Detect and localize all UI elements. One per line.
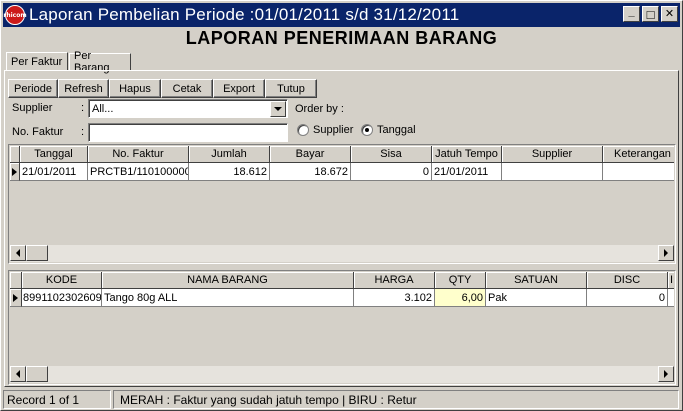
col-disc[interactable]: DISC — [587, 272, 668, 289]
cell-qty[interactable]: 6,00 — [435, 289, 486, 307]
col-sisa[interactable]: Sisa — [351, 146, 432, 163]
window-controls: _ □ ✕ — [621, 6, 678, 22]
export-button[interactable]: Export — [213, 79, 265, 98]
cell-jatuh-tempo[interactable]: 21/01/2011 — [432, 163, 502, 181]
col-bayar[interactable]: Bayar — [270, 146, 351, 163]
faktur-grid-hscrollbar[interactable] — [10, 245, 674, 262]
barang-grid-hscrollbar[interactable] — [10, 366, 674, 383]
order-tanggal-label: Tanggal — [377, 124, 416, 136]
col-no-faktur[interactable]: No. Faktur — [88, 146, 189, 163]
supplier-colon: : — [81, 102, 85, 114]
cell-jumlah[interactable]: 18.612 — [189, 163, 270, 181]
arrow-left-icon — [16, 370, 20, 378]
record-count: Record 1 of 1 — [3, 390, 111, 409]
order-supplier-label: Supplier — [313, 124, 354, 136]
maximize-button[interactable]: □ — [642, 6, 659, 22]
cell-sisa[interactable]: 0 — [351, 163, 432, 181]
cell-disc[interactable]: 0 — [587, 289, 668, 307]
col-satuan[interactable]: SATUAN — [486, 272, 587, 289]
scroll-thumb[interactable] — [26, 245, 48, 261]
cell-supplier[interactable] — [502, 163, 603, 181]
supplier-select-value: All... — [92, 102, 114, 115]
scroll-left-button[interactable] — [10, 245, 26, 261]
cell-keterangan[interactable] — [603, 163, 674, 181]
toolbar: Periode Refresh Hapus Cetak Export Tutup — [8, 79, 317, 98]
close-button[interactable]: ✕ — [661, 6, 678, 22]
cell-bayar[interactable]: 18.672 — [270, 163, 351, 181]
barang-grid-header: KODE NAMA BARANG HARGA QTY SATUAN DISC I — [10, 272, 674, 289]
hapus-button[interactable]: Hapus — [109, 79, 161, 98]
cell-nama-barang[interactable]: Tango 80g ALL — [102, 289, 354, 307]
cell-no-faktur[interactable]: PRCTB1/110100000 — [88, 163, 189, 181]
tab-strip: Per Faktur Per Barang — [6, 50, 132, 74]
col-harga[interactable]: HARGA — [354, 272, 435, 289]
report-window: rhicom Laporan Pembelian Periode :01/01/… — [0, 0, 683, 411]
col-jumlah[interactable]: Jumlah — [189, 146, 270, 163]
order-by-label: Order by : — [295, 103, 344, 115]
status-legend: MERAH : Faktur yang sudah jatuh tempo | … — [113, 390, 679, 409]
arrow-right-icon — [664, 249, 668, 257]
faktur-label: No. Faktur — [12, 126, 64, 138]
col-tanggal[interactable]: Tanggal — [20, 146, 88, 163]
periode-button[interactable]: Periode — [8, 79, 58, 98]
minimize-icon: _ — [628, 5, 635, 18]
close-icon: ✕ — [664, 7, 675, 20]
row-indicator — [10, 163, 20, 181]
cetak-button[interactable]: Cetak — [161, 79, 213, 98]
col-qty[interactable]: QTY — [435, 272, 486, 289]
report-title: LAPORAN PENERIMAAN BARANG — [185, 28, 498, 48]
scroll-right-button[interactable] — [658, 245, 674, 261]
cell-satuan[interactable]: Pak — [486, 289, 587, 307]
minimize-button[interactable]: _ — [623, 6, 640, 22]
row-indicator-header — [10, 272, 22, 289]
row-pointer-icon — [13, 293, 18, 302]
barang-grid[interactable]: KODE NAMA BARANG HARGA QTY SATUAN DISC I… — [8, 270, 676, 385]
col-extra[interactable]: I — [668, 272, 674, 289]
arrow-right-icon — [664, 370, 668, 378]
cell-tanggal[interactable]: 21/01/2011 — [20, 163, 88, 181]
cell-kode[interactable]: 8991102302609 — [22, 289, 102, 307]
tutup-button[interactable]: Tutup — [265, 79, 317, 98]
row-indicator-header — [10, 146, 20, 163]
scroll-thumb[interactable] — [26, 366, 48, 382]
cell-harga[interactable]: 3.102 — [354, 289, 435, 307]
col-nama-barang[interactable]: NAMA BARANG — [102, 272, 354, 289]
window-title: Laporan Pembelian Periode :01/01/2011 s/… — [29, 5, 460, 24]
faktur-input[interactable] — [88, 123, 288, 142]
app-logo-icon: rhicom — [3, 5, 27, 25]
faktur-grid-header: Tanggal No. Faktur Jumlah Bayar Sisa Jat… — [10, 146, 674, 163]
col-keterangan[interactable]: Keterangan — [603, 146, 674, 163]
faktur-colon: : — [81, 126, 85, 138]
row-indicator — [10, 289, 22, 307]
scroll-left-button[interactable] — [10, 366, 26, 382]
arrow-left-icon — [16, 249, 20, 257]
faktur-grid[interactable]: Tanggal No. Faktur Jumlah Bayar Sisa Jat… — [8, 144, 676, 264]
chevron-down-icon — [274, 107, 282, 111]
col-kode[interactable]: KODE — [22, 272, 102, 289]
tab-per-faktur[interactable]: Per Faktur — [6, 52, 68, 70]
refresh-button[interactable]: Refresh — [58, 79, 109, 98]
col-supplier[interactable]: Supplier — [502, 146, 603, 163]
title-bar[interactable]: rhicom Laporan Pembelian Periode :01/01/… — [3, 3, 680, 27]
table-row[interactable]: 21/01/2011 PRCTB1/110100000 18.612 18.67… — [10, 163, 674, 181]
status-bar: Record 1 of 1 MERAH : Faktur yang sudah … — [3, 390, 681, 409]
supplier-label: Supplier — [12, 102, 53, 114]
cell-extra[interactable] — [668, 289, 674, 307]
col-jatuh-tempo[interactable]: Jatuh Tempo — [432, 146, 502, 163]
order-supplier-radio[interactable] — [297, 124, 309, 136]
row-pointer-icon — [12, 167, 17, 176]
scroll-right-button[interactable] — [658, 366, 674, 382]
maximize-icon: □ — [646, 6, 655, 22]
supplier-dropdown-button[interactable] — [270, 101, 286, 117]
order-tanggal-radio[interactable] — [361, 124, 373, 136]
tab-per-barang[interactable]: Per Barang — [69, 50, 131, 74]
supplier-select[interactable]: All... — [88, 99, 288, 118]
table-row[interactable]: 8991102302609 Tango 80g ALL 3.102 6,00 P… — [10, 289, 674, 307]
